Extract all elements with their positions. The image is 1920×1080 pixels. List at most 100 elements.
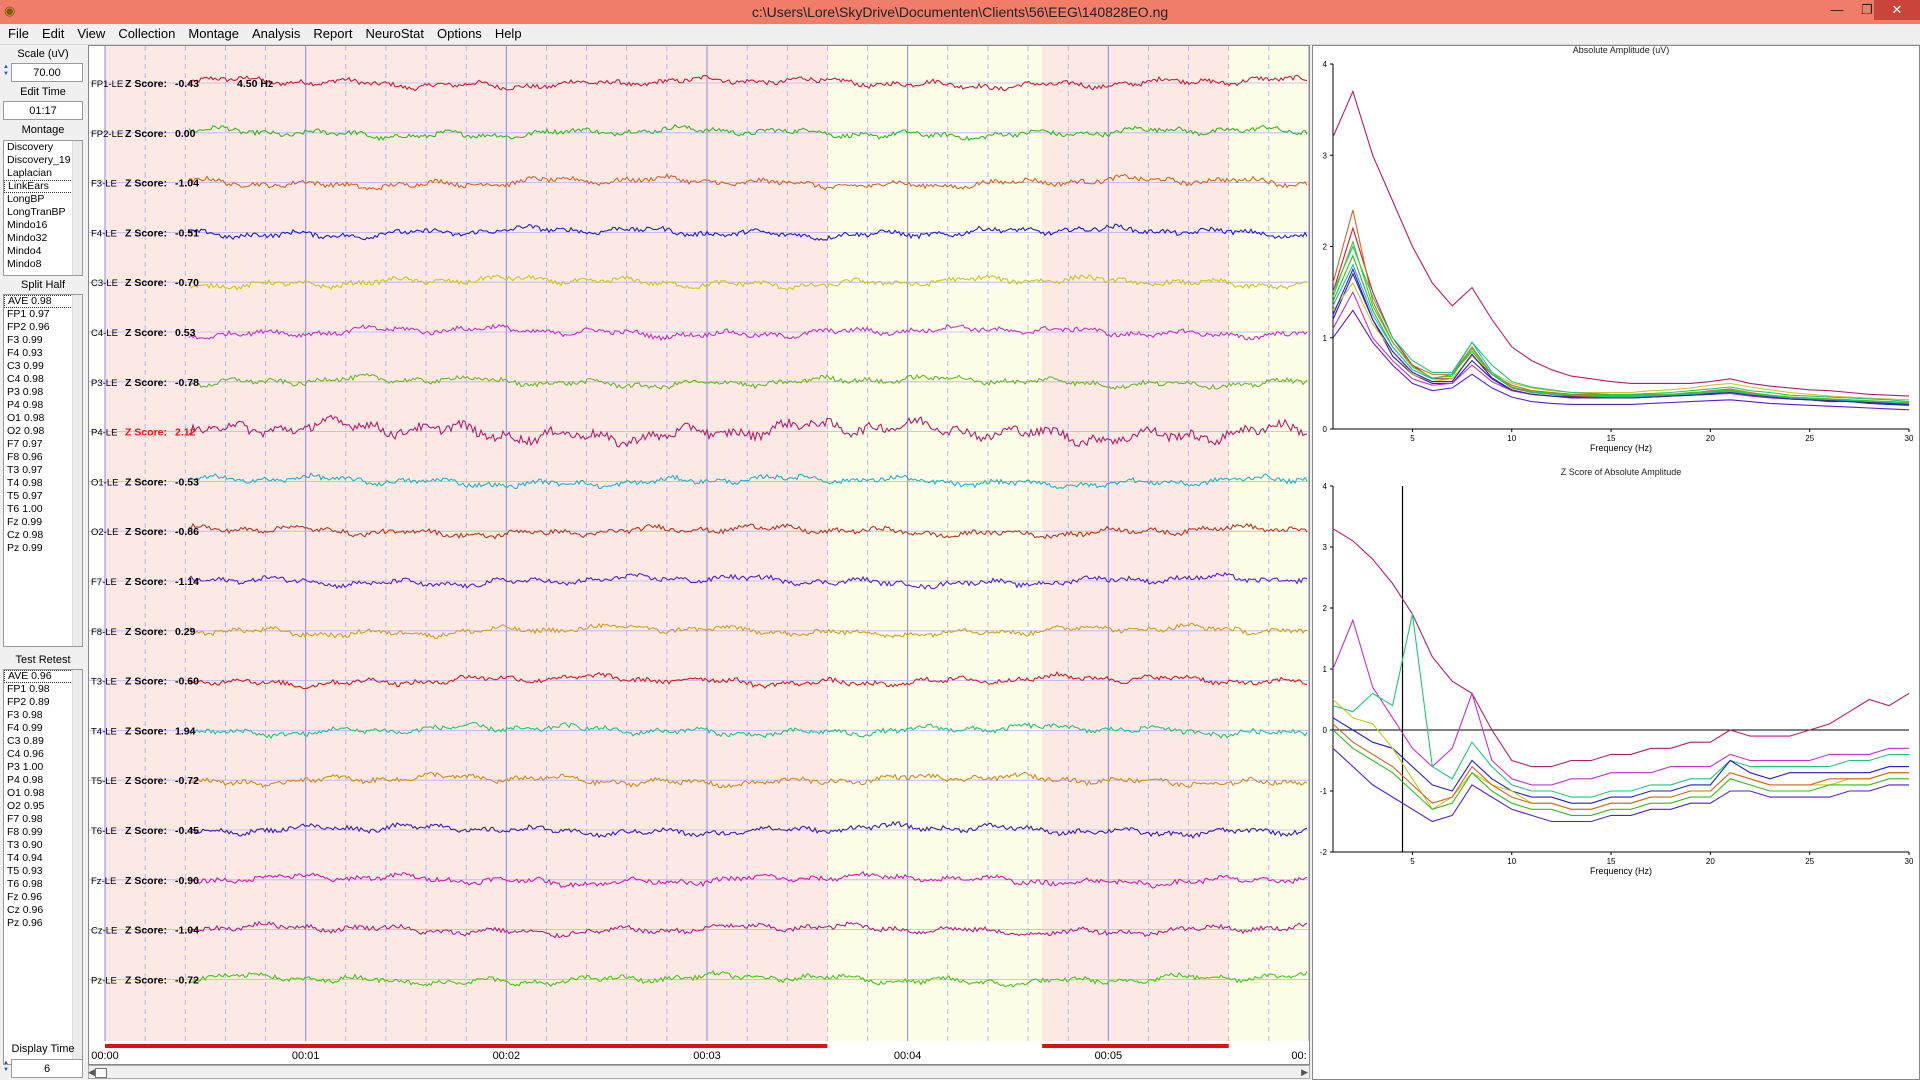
list-item[interactable]: T6 0.98: [4, 878, 82, 891]
list-item[interactable]: AVE 0.96: [4, 670, 73, 683]
channel-label[interactable]: T5-LE: [91, 776, 117, 787]
channel-label[interactable]: C4-LE: [91, 328, 118, 339]
eeg-trace-canvas[interactable]: 00:00 00:01 00:02 00:03 00:04 00:05 00:FP1-LE Z…: [89, 46, 1309, 1064]
channel-label[interactable]: Pz-LE: [91, 975, 117, 986]
menu-analysis[interactable]: Analysis: [244, 24, 305, 44]
list-item[interactable]: O1 0.98: [4, 412, 82, 425]
channel-label[interactable]: P3-LE: [91, 378, 117, 389]
montage-item[interactable]: Discovery: [4, 141, 82, 154]
montage-item[interactable]: Mindo16: [4, 219, 82, 232]
channel-label[interactable]: T6-LE: [91, 826, 117, 837]
edit-time-field[interactable]: 01:17: [3, 101, 83, 120]
list-item[interactable]: C4 0.96: [4, 748, 82, 761]
eeg-trace-panel[interactable]: 00:00 00:01 00:02 00:03 00:04 00:05 00: FP1-LE Z…: [88, 45, 1310, 1065]
channel-label[interactable]: C3-LE: [91, 278, 118, 289]
list-item[interactable]: F8 0.96: [4, 451, 82, 464]
menu-options[interactable]: Options: [429, 24, 487, 44]
scale-spinner[interactable]: ▲ ▼: [3, 64, 11, 78]
list-item[interactable]: FP1 0.98: [4, 683, 82, 696]
montage-item[interactable]: Mindo4: [4, 245, 82, 258]
channel-label[interactable]: F7-LE: [91, 577, 117, 588]
list-item[interactable]: FP2 0.89: [4, 696, 82, 709]
montage-item[interactable]: Mindo8: [4, 258, 82, 271]
channel-label[interactable]: O2-LE: [91, 527, 118, 538]
list-item[interactable]: Fz 0.96: [4, 891, 82, 904]
artifact-marker-bar[interactable]: [1042, 1044, 1229, 1048]
montage-item[interactable]: Discovery_19: [4, 154, 82, 167]
display-time-input[interactable]: 6: [11, 1059, 83, 1078]
list-item[interactable]: P4 0.98: [4, 399, 82, 412]
list-item[interactable]: O1 0.98: [4, 787, 82, 800]
list-item[interactable]: P3 1.00: [4, 761, 82, 774]
list-item[interactable]: FP2 0.96: [4, 321, 82, 334]
channel-label[interactable]: T4-LE: [91, 726, 117, 737]
channel-label[interactable]: Fz-LE: [91, 876, 116, 887]
list-item[interactable]: T4 0.94: [4, 852, 82, 865]
list-item[interactable]: O2 0.98: [4, 425, 82, 438]
list-item[interactable]: T4 0.98: [4, 477, 82, 490]
list-item[interactable]: Pz 0.96: [4, 917, 82, 930]
montage-item[interactable]: LinkEars: [4, 180, 73, 193]
list-item[interactable]: F8 0.99: [4, 826, 82, 839]
list-item[interactable]: P3 0.98: [4, 386, 82, 399]
scroll-thumb[interactable]: [95, 1068, 107, 1078]
list-item[interactable]: T5 0.93: [4, 865, 82, 878]
list-item[interactable]: FP1 0.97: [4, 308, 82, 321]
time-scrollbar[interactable]: ◀ ▶: [88, 1065, 1310, 1079]
channel-label[interactable]: O1-LE: [91, 477, 118, 488]
list-item[interactable]: T5 0.97: [4, 490, 82, 503]
menu-report[interactable]: Report: [305, 24, 357, 44]
display-time-spinner[interactable]: ▲ ▼: [3, 1060, 11, 1074]
list-item[interactable]: F4 0.93: [4, 347, 82, 360]
channel-label[interactable]: T3-LE: [91, 677, 117, 688]
menu-edit[interactable]: Edit: [34, 24, 69, 44]
menu-view[interactable]: View: [69, 24, 110, 44]
menu-neurostat[interactable]: NeuroStat: [357, 24, 429, 44]
list-item[interactable]: T6 1.00: [4, 503, 82, 516]
list-item[interactable]: F7 0.98: [4, 813, 82, 826]
montage-list[interactable]: Discovery Discovery_19 Laplacian LinkEars Lo…: [3, 140, 83, 276]
menu-collection[interactable]: Collection: [110, 24, 180, 44]
list-item[interactable]: AVE 0.98: [4, 295, 73, 308]
montage-list-scrollbar[interactable]: [72, 141, 82, 275]
list-item[interactable]: Cz 0.96: [4, 904, 82, 917]
scroll-right-arrow[interactable]: ▶: [1301, 1066, 1308, 1078]
scale-input[interactable]: 70.00: [11, 63, 83, 82]
montage-item[interactable]: Mindo32: [4, 232, 82, 245]
list-item[interactable]: Pz 0.99: [4, 542, 82, 555]
menu-montage[interactable]: Montage: [180, 24, 244, 44]
list-item[interactable]: F4 0.99: [4, 722, 82, 735]
list-item[interactable]: O2 0.95: [4, 800, 82, 813]
menu-file[interactable]: File: [0, 24, 34, 44]
channel-label[interactable]: P4-LE: [91, 428, 117, 439]
channel-label[interactable]: F3-LE: [91, 179, 117, 190]
test-retest-list[interactable]: AVE 0.96 FP1 0.98 FP2 0.89 F3 0.98 F4 0.99 C3…: [3, 669, 83, 1065]
menu-help[interactable]: Help: [487, 24, 527, 44]
channel-label[interactable]: F4-LE: [91, 228, 117, 239]
montage-item[interactable]: Laplacian: [4, 167, 82, 180]
list-item[interactable]: F7 0.97: [4, 438, 82, 451]
list-item[interactable]: F3 0.99: [4, 334, 82, 347]
list-item[interactable]: C3 0.89: [4, 735, 82, 748]
close-button[interactable]: ✕: [1874, 0, 1920, 20]
list-item[interactable]: C4 0.98: [4, 373, 82, 386]
channel-label[interactable]: FP2-LE: [91, 129, 123, 140]
artifact-marker-bar[interactable]: [105, 1044, 828, 1048]
montage-item[interactable]: LongBP: [4, 193, 82, 206]
channel-label[interactable]: FP1-LE: [91, 79, 123, 90]
list-item[interactable]: Cz 0.98: [4, 529, 82, 542]
montage-item[interactable]: LongTranBP: [4, 206, 82, 219]
list-item[interactable]: T3 0.90: [4, 839, 82, 852]
channel-label[interactable]: F8-LE: [91, 627, 117, 638]
list-item[interactable]: C3 0.99: [4, 360, 82, 373]
test-retest-scrollbar[interactable]: [72, 670, 82, 1064]
list-item[interactable]: T3 0.97: [4, 464, 82, 477]
scroll-left-arrow[interactable]: ◀: [88, 1066, 95, 1078]
split-half-list[interactable]: AVE 0.98 FP1 0.97 FP2 0.96 F3 0.99 F4 0.93 C3…: [3, 294, 83, 647]
list-item[interactable]: P4 0.98: [4, 774, 82, 787]
list-item[interactable]: Fz 0.99: [4, 516, 82, 529]
split-half-scrollbar[interactable]: [72, 295, 82, 646]
list-item[interactable]: F3 0.98: [4, 709, 82, 722]
channel-label[interactable]: Cz-LE: [91, 926, 117, 937]
minimize-button[interactable]: —: [1822, 0, 1852, 20]
